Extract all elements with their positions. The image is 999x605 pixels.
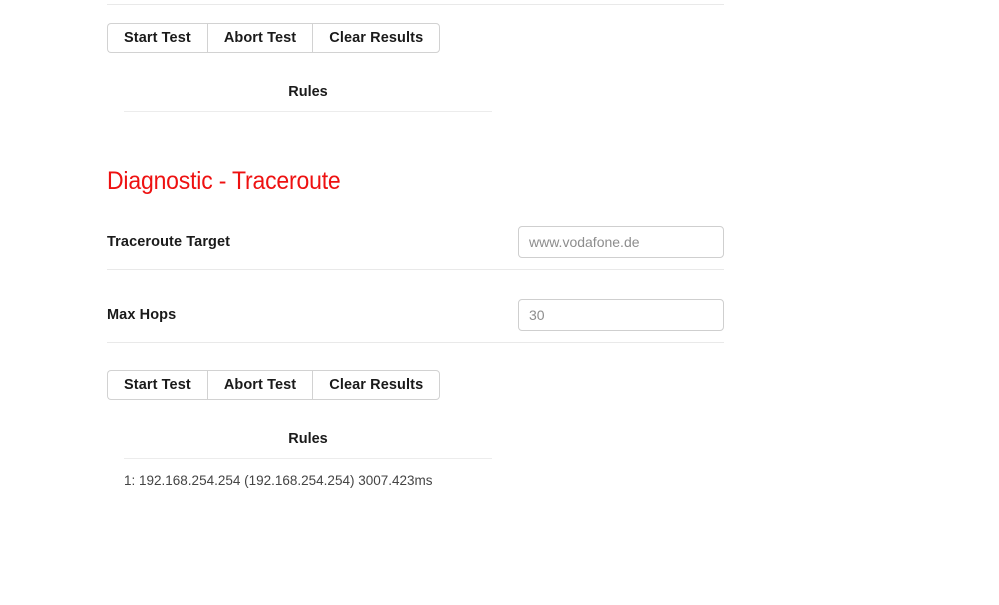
rules-heading: Rules bbox=[288, 431, 328, 447]
traceroute-rules: Rules 1: 192.168.254.254 (192.168.254.25… bbox=[107, 431, 724, 490]
page-title: Diagnostic - Traceroute bbox=[107, 167, 341, 195]
top-section-button-group: Start Test Abort Test Clear Results bbox=[107, 23, 724, 53]
abort-test-button[interactable]: Abort Test bbox=[206, 370, 313, 400]
form-row: Traceroute Target bbox=[107, 215, 724, 269]
form-row: Max Hops bbox=[107, 288, 724, 342]
abort-test-button[interactable]: Abort Test bbox=[206, 23, 313, 53]
divider-line bbox=[107, 342, 724, 343]
max-hops-input[interactable] bbox=[518, 299, 724, 331]
divider-line bbox=[107, 269, 724, 270]
traceroute-target-input[interactable] bbox=[518, 226, 724, 258]
divider-line bbox=[107, 4, 724, 5]
traceroute-button-group: Start Test Abort Test Clear Results bbox=[107, 370, 724, 400]
clear-results-button[interactable]: Clear Results bbox=[312, 370, 441, 400]
traceroute-result-line: 1: 192.168.254.254 (192.168.254.254) 300… bbox=[124, 473, 433, 488]
max-hops-row: Max Hops bbox=[107, 288, 724, 343]
button-group: Start Test Abort Test Clear Results bbox=[107, 23, 724, 53]
button-group: Start Test Abort Test Clear Results bbox=[107, 370, 724, 400]
top-section-rules: Rules bbox=[107, 84, 724, 123]
rules-divider bbox=[124, 458, 492, 459]
traceroute-target-row: Traceroute Target bbox=[107, 215, 724, 270]
start-test-button[interactable]: Start Test bbox=[107, 370, 207, 400]
rules-heading: Rules bbox=[288, 84, 328, 100]
top-section-divider bbox=[107, 4, 724, 5]
diagnostic-page: Start Test Abort Test Clear Results Rule… bbox=[0, 0, 999, 605]
max-hops-label: Max Hops bbox=[107, 307, 177, 323]
traceroute-section-title: Diagnostic - Traceroute bbox=[107, 167, 724, 196]
start-test-button[interactable]: Start Test bbox=[107, 23, 207, 53]
rules-block: Rules bbox=[107, 84, 724, 112]
clear-results-button[interactable]: Clear Results bbox=[312, 23, 441, 53]
rules-divider bbox=[124, 111, 492, 112]
rules-block: Rules 1: 192.168.254.254 (192.168.254.25… bbox=[107, 431, 724, 490]
traceroute-target-label: Traceroute Target bbox=[107, 234, 231, 250]
